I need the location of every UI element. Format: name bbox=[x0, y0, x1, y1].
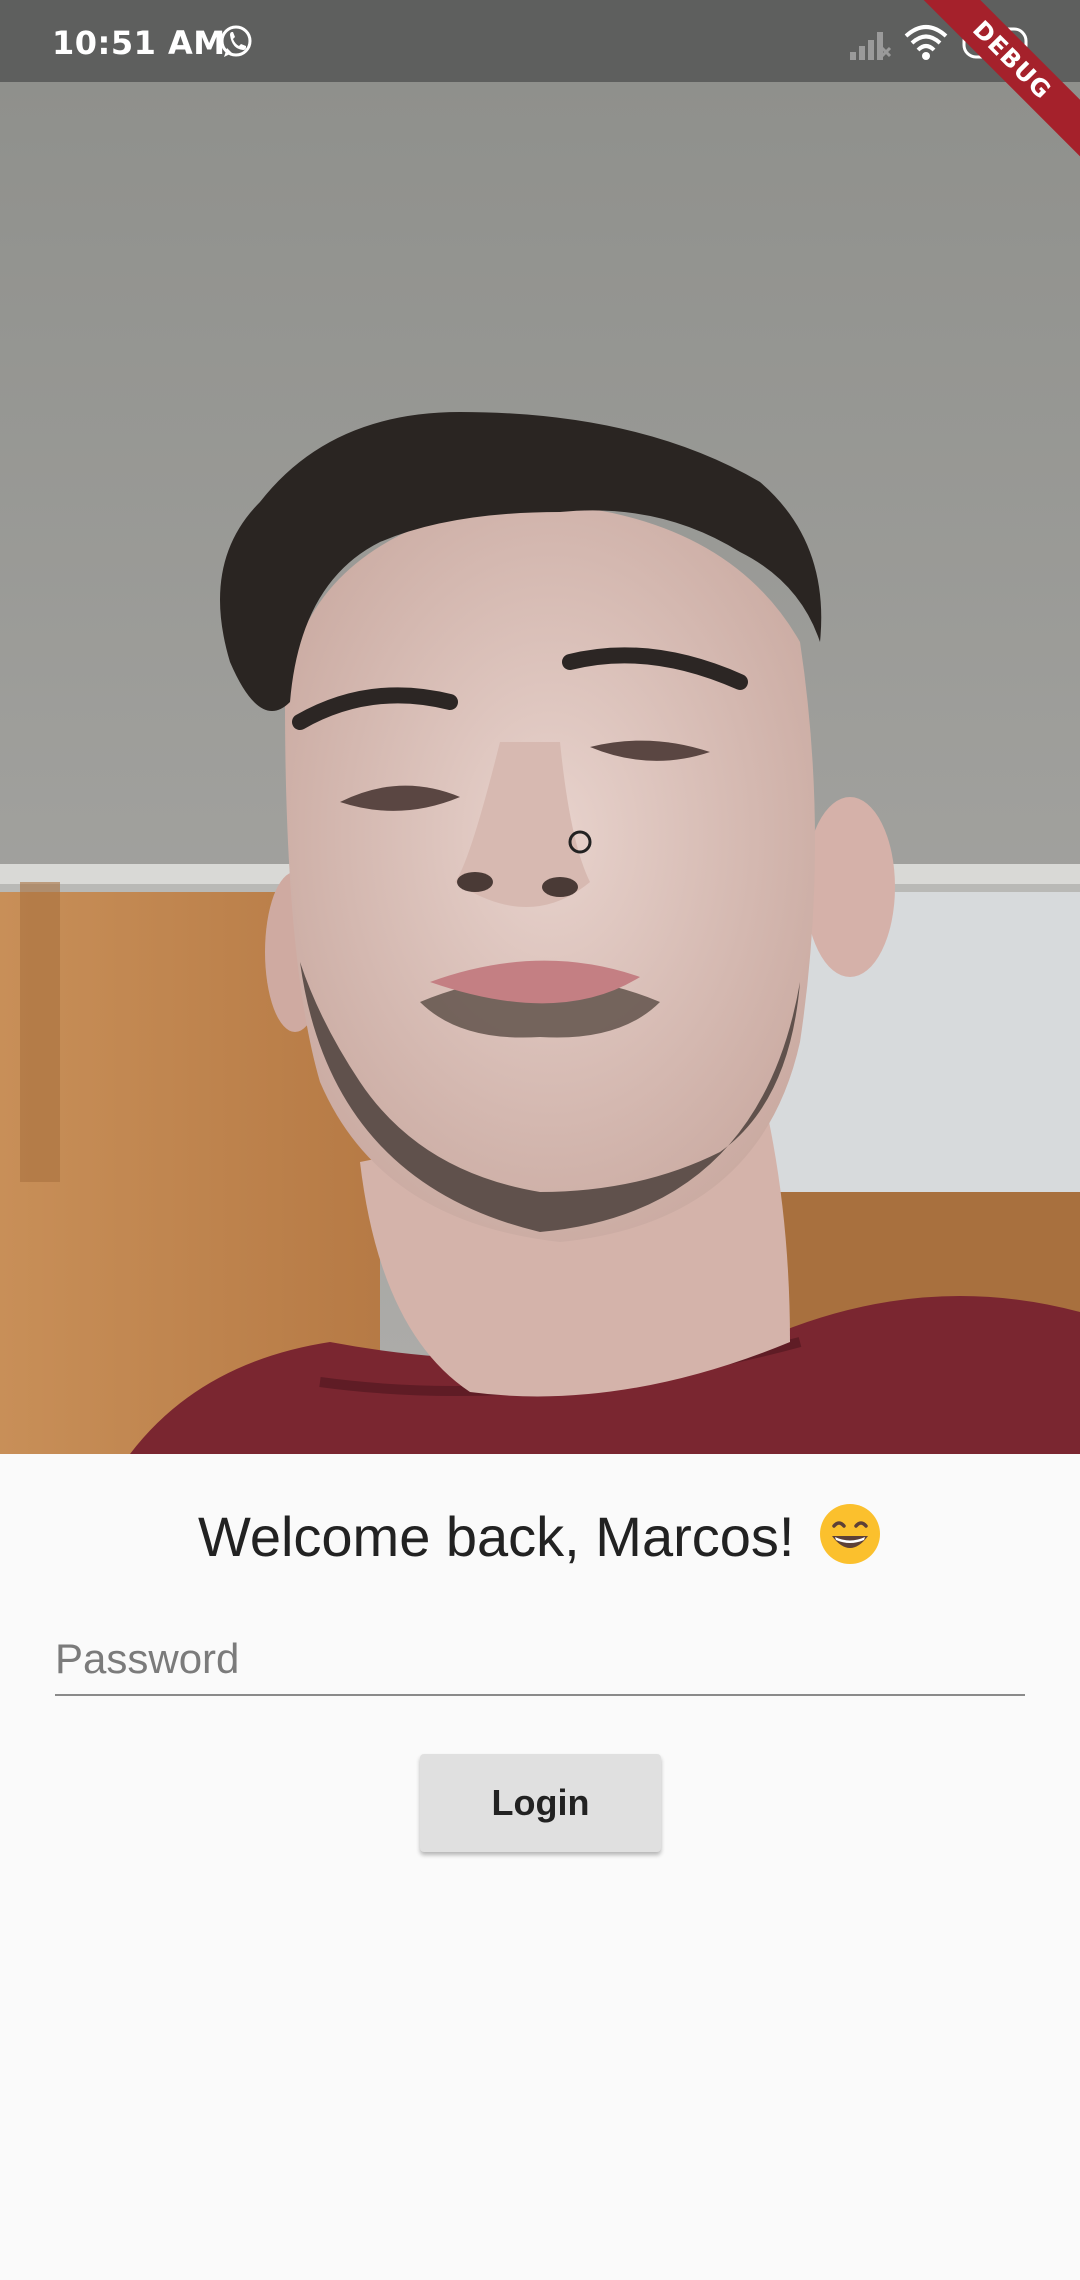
wifi-icon bbox=[904, 25, 948, 60]
signal-icon bbox=[850, 32, 892, 60]
camera-preview bbox=[0, 82, 1080, 1454]
camera-preview-image bbox=[0, 82, 1080, 1454]
grinning-face-emoji-icon bbox=[820, 1504, 881, 1564]
welcome-text: Welcome back, Marcos! bbox=[197, 1505, 795, 1568]
whatsapp-icon bbox=[220, 25, 252, 57]
welcome-message: Welcome back, Marcos! bbox=[0, 1502, 1080, 1569]
login-panel: Welcome back, Marcos! Login bbox=[0, 1454, 1080, 2280]
status-bar: 10:51 AM bbox=[0, 0, 1080, 82]
status-time: 10:51 AM bbox=[52, 24, 226, 62]
password-input[interactable] bbox=[55, 1624, 1025, 1696]
login-button[interactable]: Login bbox=[420, 1754, 661, 1852]
